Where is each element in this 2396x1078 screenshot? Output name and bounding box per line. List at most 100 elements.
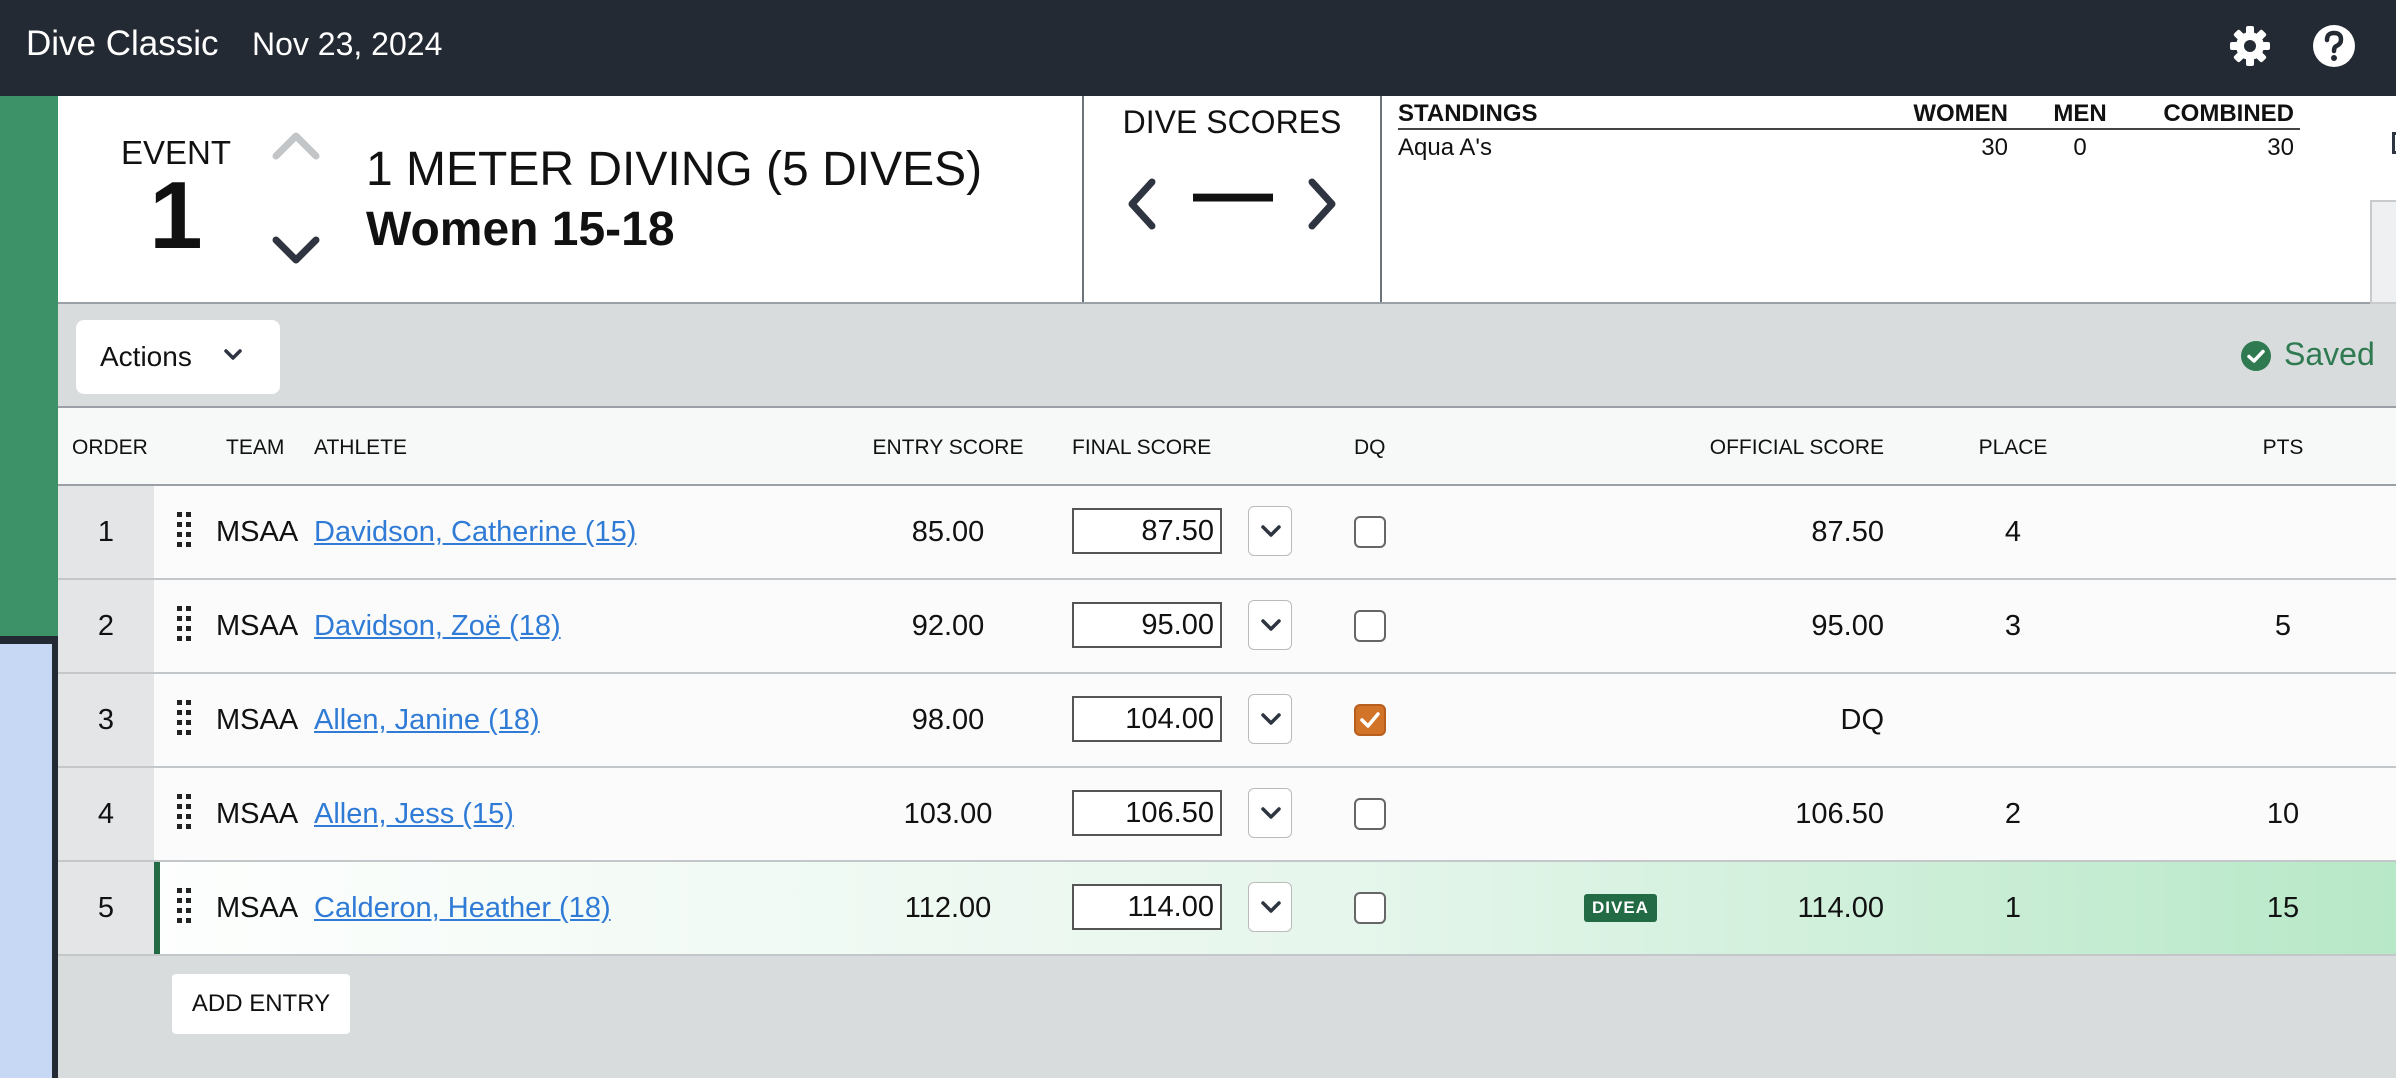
team-name: MSAA [216, 610, 299, 642]
dq-checkbox-checked[interactable] [1354, 704, 1386, 736]
final-score-input[interactable] [1072, 508, 1222, 554]
event-header: EVENT 1 1 METER DIVING (5 DIVES) Women 1… [58, 96, 2396, 304]
points: 15 [2266, 892, 2300, 924]
final-score-menu-button[interactable] [1248, 506, 1292, 556]
table-row: 3 MSAA Allen, Janine (18) 98.00 DQ [58, 674, 2396, 768]
final-score-input[interactable] [1072, 790, 1222, 836]
dq-checkbox[interactable] [1354, 892, 1386, 924]
order-cell: 3 [58, 674, 154, 766]
athlete-link[interactable]: Calderon, Heather (18) [314, 892, 611, 925]
help-icon[interactable] [2310, 22, 2358, 70]
points: 10 [2266, 798, 2300, 830]
record-badge: DIVEA [1584, 894, 1657, 922]
drag-handle-icon[interactable] [176, 886, 192, 930]
place: 4 [2004, 516, 2022, 548]
athlete-link[interactable]: Davidson, Catherine (15) [314, 516, 636, 549]
drag-handle-icon[interactable] [176, 510, 192, 554]
dive-scores-panel: DIVE SCORES — [1082, 96, 1382, 302]
col-official-score[interactable]: OFFICIAL SCORE [1658, 436, 1884, 460]
standings-men: 0 [2073, 134, 2087, 161]
saved-label: Saved [2284, 336, 2375, 372]
results-table: ORDER TEAM ATHLETE ENTRY SCORE FINAL SCO… [58, 406, 2396, 956]
chevron-down-icon [1261, 713, 1281, 725]
event-number: 1 [149, 162, 203, 269]
chevron-down-icon [1261, 525, 1281, 537]
final-score-menu-button[interactable] [1248, 788, 1292, 838]
official-score: 95.00 [1811, 610, 1884, 642]
col-athlete[interactable]: ATHLETE [314, 436, 407, 460]
entry-score: 98.00 [911, 704, 985, 736]
entry-score: 112.00 [904, 892, 992, 924]
add-entry-label: ADD ENTRY [191, 990, 331, 1017]
team-name: MSAA [216, 798, 299, 830]
table-row: 2 MSAA Davidson, Zoë (18) 92.00 95.00 3 … [58, 580, 2396, 674]
place: 1 [2004, 892, 2022, 924]
col-team[interactable]: TEAM [226, 436, 284, 460]
chevron-right-icon[interactable] [1302, 176, 1342, 232]
table-row: 1 MSAA Davidson, Catherine (15) 85.00 87… [58, 486, 2396, 580]
standings-col-men: MEN [2053, 100, 2107, 127]
official-score: 106.50 [1795, 798, 1884, 830]
athlete-link[interactable]: Allen, Jess (15) [314, 798, 514, 831]
side-rail-section[interactable] [0, 644, 52, 1078]
top-bar: Dive Classic Nov 23, 2024 [0, 0, 2396, 96]
order-cell: 5 [58, 862, 154, 954]
chevron-left-icon[interactable] [1122, 176, 1162, 232]
final-score-menu-button[interactable] [1248, 600, 1292, 650]
checkmark-icon [1360, 712, 1380, 728]
standings-women: 30 [1981, 134, 2008, 161]
col-dq[interactable]: DQ [1354, 436, 1386, 460]
order-number: 1 [97, 516, 115, 548]
chevron-down-icon [1261, 619, 1281, 631]
gear-icon[interactable] [2226, 22, 2274, 70]
dq-checkbox[interactable] [1354, 798, 1386, 830]
athlete-link[interactable]: Davidson, Zoë (18) [314, 610, 561, 643]
standings-title: STANDINGS [1398, 100, 1538, 127]
side-rail-active[interactable] [0, 96, 58, 636]
entry-score: 103.00 [903, 798, 993, 830]
add-entry-button[interactable]: ADD ENTRY [172, 974, 350, 1034]
order-number: 4 [97, 798, 115, 830]
order-number: 5 [97, 892, 115, 924]
athlete-link[interactable]: Allen, Janine (18) [314, 704, 540, 737]
entry-score: 85.00 [911, 516, 985, 548]
dq-checkbox[interactable] [1354, 516, 1386, 548]
team-name: MSAA [216, 516, 299, 548]
final-score-input[interactable] [1072, 884, 1222, 930]
standings-team: Aqua A's [1398, 134, 1492, 161]
col-order[interactable]: ORDER [72, 436, 148, 460]
col-pts[interactable]: PTS [2228, 436, 2338, 460]
dive-score-value: — [1193, 147, 1273, 236]
final-score-menu-button[interactable] [1248, 694, 1292, 744]
place: 2 [2004, 798, 2022, 830]
place: 3 [2004, 610, 2022, 642]
official-score: DQ [1840, 704, 1885, 736]
table-header: ORDER TEAM ATHLETE ENTRY SCORE FINAL SCO… [58, 406, 2396, 486]
final-score-input[interactable] [1072, 696, 1222, 742]
drag-handle-icon[interactable] [176, 792, 192, 836]
event-title: 1 METER DIVING (5 DIVES) [366, 143, 983, 196]
order-cell: 1 [58, 486, 154, 578]
col-final-score[interactable]: FINAL SCORE [1072, 436, 1211, 460]
col-place[interactable]: PLACE [1958, 436, 2068, 460]
final-score-input[interactable] [1072, 602, 1222, 648]
col-entry-score[interactable]: ENTRY SCORE [858, 436, 1038, 460]
actions-label: Actions [100, 341, 192, 372]
chevron-down-icon[interactable] [268, 234, 324, 270]
chevron-down-icon [1261, 807, 1281, 819]
rulebook-button[interactable] [2370, 200, 2396, 304]
check-circle-icon [2241, 341, 2271, 371]
chevron-up-icon[interactable] [268, 126, 324, 162]
final-score-menu-button[interactable] [1248, 882, 1292, 932]
official-score: 87.50 [1811, 516, 1884, 548]
dive-scores-title: DIVE SCORES [1122, 104, 1342, 140]
actions-dropdown[interactable]: Actions [76, 320, 280, 394]
chevron-down-icon [224, 349, 242, 360]
podium-icon[interactable] [2390, 116, 2396, 156]
drag-handle-icon[interactable] [176, 604, 192, 648]
dq-checkbox[interactable] [1354, 610, 1386, 642]
order-number: 2 [97, 610, 115, 642]
drag-handle-icon[interactable] [176, 698, 192, 742]
order-cell: 2 [58, 580, 154, 672]
team-name: MSAA [216, 892, 299, 924]
